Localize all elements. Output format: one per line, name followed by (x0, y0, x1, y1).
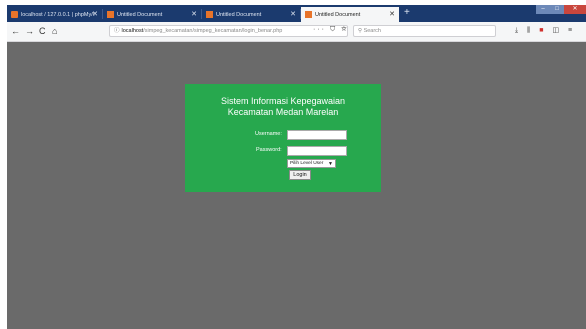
password-label: Password: (256, 147, 282, 153)
minimize-button[interactable]: – (536, 5, 550, 14)
login-panel: Sistem Informasi Kepegawaian Kecamatan M… (185, 84, 381, 192)
dropdown-arrow-icon: ▼ (328, 161, 333, 167)
tab-phpmyadmin[interactable]: localhost / 127.0.0.1 | phpMy/\ ✕ (7, 7, 102, 22)
search-placeholder: Search (363, 28, 381, 34)
page-actions-icons[interactable]: ··· ⛉ ☆ (313, 26, 349, 34)
document-icon (107, 11, 114, 18)
browser-window: localhost / 127.0.0.1 | phpMy/\ ✕ Untitl… (7, 5, 586, 329)
select-value: Pilih Level User (290, 161, 324, 166)
close-icon[interactable]: ✕ (191, 10, 197, 18)
tab-label: Untitled Document (216, 11, 262, 18)
new-tab-button[interactable]: + (404, 7, 410, 18)
reload-icon[interactable]: C (39, 25, 46, 37)
tab-label: Untitled Document (117, 11, 163, 18)
tab-label: localhost / 127.0.0.1 | phpMy/\ (21, 11, 95, 18)
search-bar[interactable]: ⚲ Search (353, 25, 496, 37)
password-field[interactable] (287, 146, 347, 156)
url-path: /simpeg_kecamatan/simpeg_kecamatan/login… (143, 28, 283, 34)
forward-arrow-icon[interactable]: → (25, 25, 34, 37)
tab-bar: localhost / 127.0.0.1 | phpMy/\ ✕ Untitl… (7, 5, 586, 22)
info-icon[interactable]: ⓘ (114, 28, 120, 34)
library-icon[interactable]: ⫼ (527, 27, 530, 34)
home-icon[interactable]: ⌂ (52, 25, 57, 37)
search-icon: ⚲ (358, 28, 363, 34)
login-button[interactable]: Login (289, 170, 311, 180)
page-content: Sistem Informasi Kepegawaian Kecamatan M… (7, 42, 586, 329)
phpmyadmin-icon (11, 11, 18, 18)
username-label: Username: (255, 131, 282, 137)
tab-untitled-active[interactable]: Untitled Document ✕ (301, 7, 399, 22)
url-host: localhost (121, 28, 144, 34)
title-line-2: Kecamatan Medan Marelan (227, 107, 339, 117)
window-controls: – □ ✕ (536, 5, 586, 14)
back-arrow-icon[interactable]: ← (11, 25, 20, 37)
page-title: Sistem Informasi Kepegawaian Kecamatan M… (185, 96, 381, 118)
screenshot-frame: localhost / 127.0.0.1 | phpMy/\ ✕ Untitl… (0, 0, 586, 329)
close-icon[interactable]: ✕ (389, 10, 395, 18)
title-line-1: Sistem Informasi Kepegawaian (220, 96, 346, 106)
close-icon[interactable]: ✕ (290, 10, 296, 18)
tab-untitled-2[interactable]: Untitled Document ✕ (202, 7, 300, 22)
document-icon (305, 11, 312, 18)
extension-icon[interactable]: ■ (539, 27, 543, 34)
tab-label: Untitled Document (315, 11, 361, 18)
sidebar-icon[interactable]: ◫ (552, 27, 559, 34)
tab-untitled-1[interactable]: Untitled Document ✕ (103, 7, 201, 22)
close-window-button[interactable]: ✕ (564, 5, 586, 14)
download-icon[interactable]: ⤓ (515, 27, 518, 34)
maximize-button[interactable]: □ (550, 5, 564, 14)
level-user-select[interactable]: Pilih Level User ▼ (287, 159, 336, 168)
username-field[interactable] (287, 130, 347, 140)
toolbar-icons: ⤓ ⫼ ■ ◫ ≡ (515, 26, 579, 35)
hamburger-menu-icon[interactable]: ≡ (568, 27, 572, 34)
document-icon (206, 11, 213, 18)
close-icon[interactable]: ✕ (92, 10, 98, 18)
navigation-bar: ← → C ⌂ ⓘ localhost/simpeg_kecamatan/simp… (7, 22, 586, 42)
